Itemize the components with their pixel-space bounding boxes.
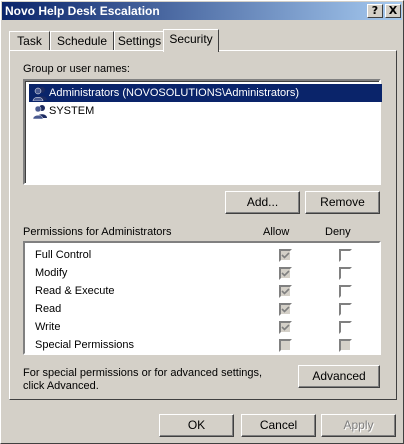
user-list[interactable]: Administrators (NOVOSOLUTIONS\Administra… (23, 79, 382, 185)
allow-checkbox[interactable] (279, 321, 292, 334)
tab-task[interactable]: Task (9, 31, 50, 51)
allow-checkbox[interactable] (279, 339, 292, 352)
allow-checkbox[interactable] (279, 267, 292, 280)
title-bar[interactable]: Novo Help Desk Escalation (2, 2, 402, 20)
remove-button[interactable]: Remove (305, 191, 380, 214)
list-item-administrators[interactable]: Administrators (NOVOSOLUTIONS\Administra… (29, 84, 382, 102)
dialog-window: Novo Help Desk Escalation ? X Task Sched… (0, 0, 404, 444)
window-title: Novo Help Desk Escalation (5, 4, 160, 18)
permission-name: Special Permissions (35, 339, 135, 351)
close-button[interactable]: X (385, 4, 401, 18)
tab-settings[interactable]: Settings (114, 31, 165, 51)
deny-header: Deny (325, 226, 351, 238)
advanced-text-line-1: For special permissions or for advanced … (23, 367, 263, 379)
check-icon (281, 288, 290, 295)
allow-header: Allow (263, 226, 290, 238)
permission-row: Write (35, 318, 375, 336)
permission-name: Full Control (35, 249, 92, 261)
ok-button[interactable]: OK (159, 414, 234, 437)
allow-checkbox[interactable] (279, 303, 292, 316)
permission-row: Special Permissions (35, 336, 375, 354)
check-icon (281, 252, 290, 259)
cancel-button[interactable]: Cancel (241, 414, 316, 437)
permission-name: Write (35, 321, 61, 333)
permission-row: Full Control (35, 246, 375, 264)
user-group-icon (32, 87, 47, 101)
permission-row: Read & Execute (35, 282, 375, 300)
deny-checkbox[interactable] (339, 249, 352, 262)
deny-checkbox[interactable] (339, 321, 352, 334)
advanced-text-line-2: click Advanced. (23, 380, 99, 392)
deny-checkbox[interactable] (339, 339, 352, 352)
check-icon (281, 270, 290, 277)
deny-checkbox[interactable] (339, 267, 352, 280)
group-label: Group or user names: (23, 63, 130, 75)
help-button[interactable]: ? (367, 4, 383, 18)
permissions-label: Permissions for Administrators (23, 226, 172, 238)
permission-row: Read (35, 300, 375, 318)
permissions-list: Full Control Modify Read & Execute Read Writ… (23, 241, 381, 355)
list-item-system[interactable]: SYSTEM (29, 102, 379, 120)
permission-name: Modify (35, 267, 68, 279)
allow-checkbox[interactable] (279, 249, 292, 262)
add-button[interactable]: Add... (225, 191, 300, 214)
deny-checkbox[interactable] (339, 285, 352, 298)
advanced-button[interactable]: Advanced (298, 365, 380, 388)
user-name: Administrators (NOVOSOLUTIONS\Administra… (49, 87, 299, 99)
user-group-icon (32, 105, 47, 119)
user-name: SYSTEM (49, 105, 95, 117)
permission-row: Modify (35, 264, 375, 282)
permission-name: Read & Execute (35, 285, 115, 297)
apply-button[interactable]: Apply (321, 414, 396, 437)
deny-checkbox[interactable] (339, 303, 352, 316)
tab-security[interactable]: Security (163, 29, 219, 52)
check-icon (281, 324, 290, 331)
tab-schedule[interactable]: Schedule (50, 31, 114, 51)
permission-name: Read (35, 303, 62, 315)
check-icon (281, 306, 290, 313)
allow-checkbox[interactable] (279, 285, 292, 298)
